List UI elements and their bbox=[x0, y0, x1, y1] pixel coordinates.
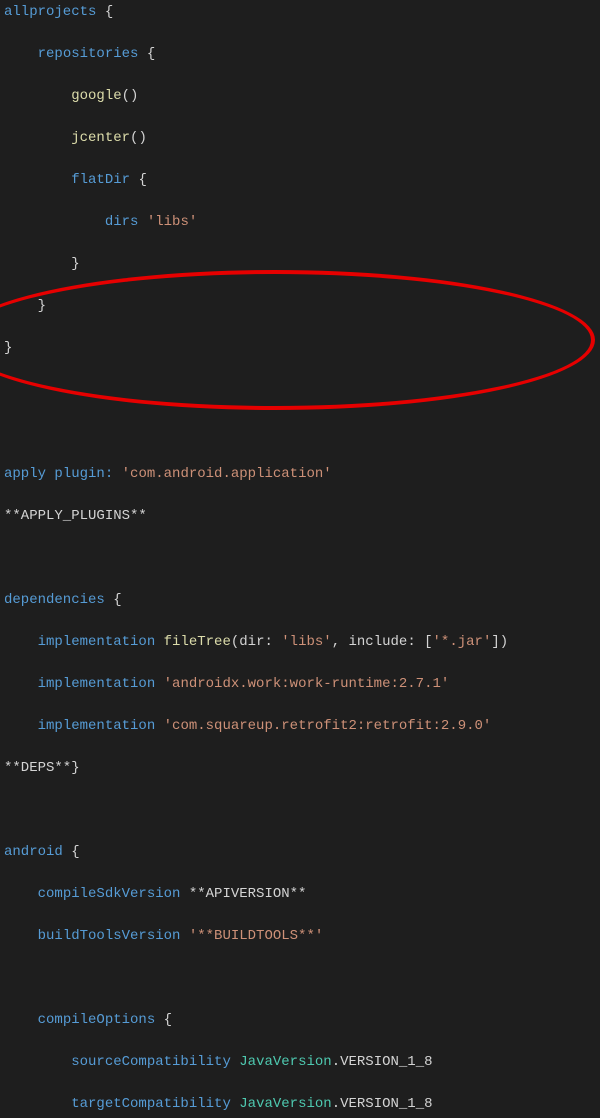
apply-plugins-marker: **APPLY_PLUGINS** bbox=[0, 506, 600, 527]
code-line: } bbox=[0, 296, 600, 317]
blank-line bbox=[0, 800, 600, 821]
code-line: apply plugin: 'com.android.application' bbox=[0, 464, 600, 485]
code-line: compileOptions { bbox=[0, 1010, 600, 1031]
code-line: implementation 'androidx.work:work-runti… bbox=[0, 674, 600, 695]
code-line: } bbox=[0, 254, 600, 275]
code-line: compileSdkVersion **APIVERSION** bbox=[0, 884, 600, 905]
code-line: dependencies { bbox=[0, 590, 600, 611]
deps-marker-line: **DEPS**} bbox=[0, 758, 600, 779]
code-line: targetCompatibility JavaVersion.VERSION_… bbox=[0, 1094, 600, 1115]
code-line: jcenter() bbox=[0, 128, 600, 149]
code-line: implementation fileTree(dir: 'libs', inc… bbox=[0, 632, 600, 653]
code-line: allprojects { bbox=[0, 2, 600, 23]
code-line: } bbox=[0, 338, 600, 359]
code-line: dirs 'libs' bbox=[0, 212, 600, 233]
code-line: sourceCompatibility JavaVersion.VERSION_… bbox=[0, 1052, 600, 1073]
code-line: implementation 'com.squareup.retrofit2:r… bbox=[0, 716, 600, 737]
code-line: repositories { bbox=[0, 44, 600, 65]
code-line: buildToolsVersion '**BUILDTOOLS**' bbox=[0, 926, 600, 947]
blank-line bbox=[0, 422, 600, 443]
code-line: flatDir { bbox=[0, 170, 600, 191]
code-line: android { bbox=[0, 842, 600, 863]
blank-line bbox=[0, 968, 600, 989]
code-block: allprojects { repositories { google() jc… bbox=[0, 0, 600, 1118]
code-line: google() bbox=[0, 86, 600, 107]
blank-line bbox=[0, 380, 600, 401]
